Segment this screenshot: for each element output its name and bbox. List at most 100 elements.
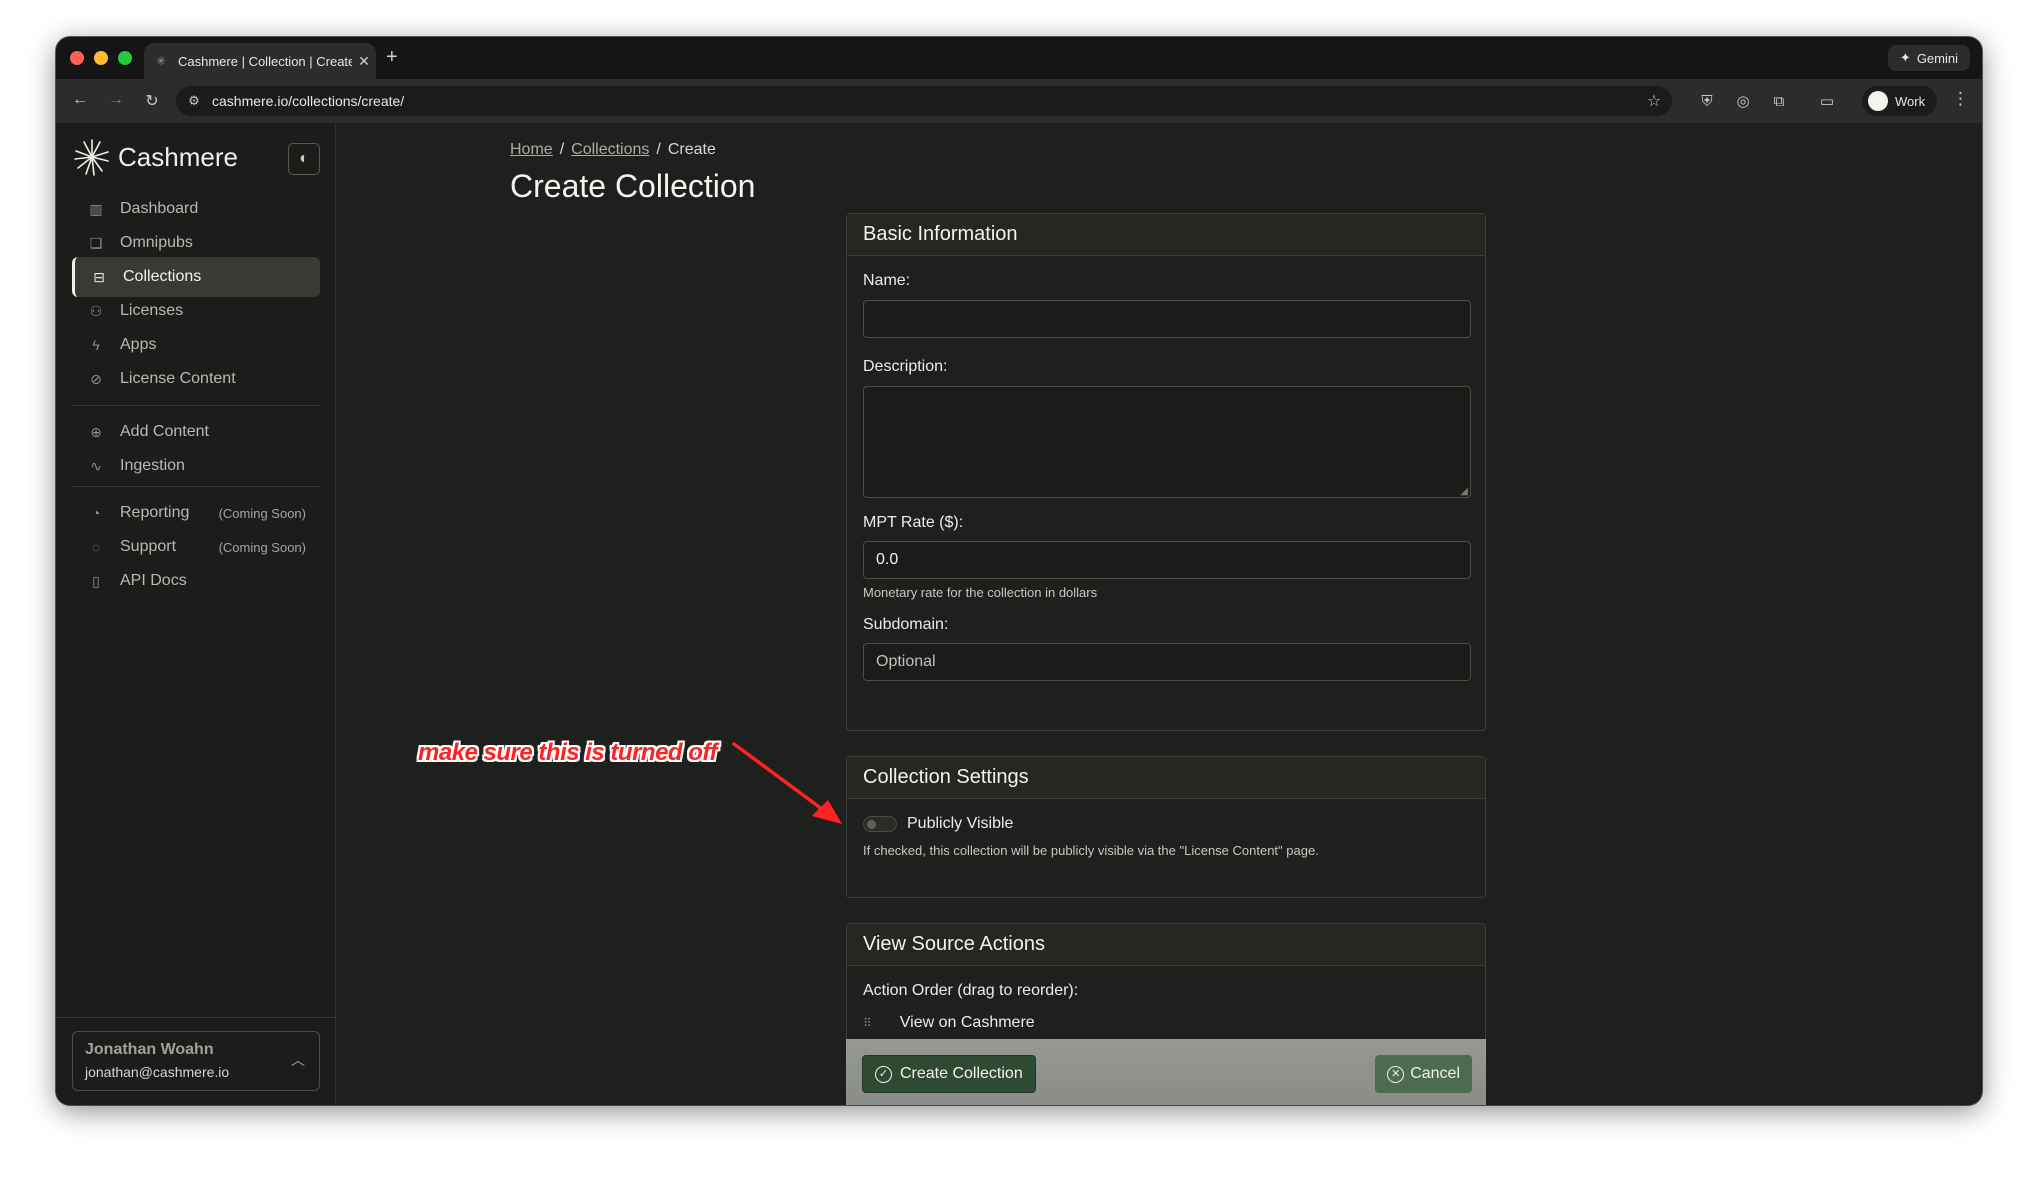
browser-toolbar: ← → ↻ ⚙ cashmere.io/collections/create/ … — [56, 79, 1982, 123]
sparkle-icon: ✦ — [1899, 50, 1911, 65]
tab-title: Cashmere | Collection | Create — [178, 53, 352, 69]
maximize-window-button[interactable] — [118, 51, 132, 65]
extensions-puzzle-icon[interactable]: ⧉ — [1768, 91, 1790, 113]
theme-toggle-button[interactable]: ◐ — [288, 143, 320, 175]
coming-soon-badge: (Coming Soon) — [218, 539, 306, 555]
drag-handle-icon[interactable]: ⠿ — [863, 1016, 872, 1030]
breadcrumb-separator: / — [559, 141, 565, 158]
name-label: Name: — [863, 272, 911, 289]
description-textarea[interactable]: ◢ — [863, 386, 1471, 498]
name-input[interactable] — [863, 300, 1471, 338]
sidebar: Cashmere ◐ ▥ Dashboard ❏ Omnipubs ⊟ Coll… — [56, 123, 336, 1105]
back-arrow-icon[interactable]: ← — [70, 91, 90, 109]
site-settings-icon[interactable]: ⚙ — [176, 93, 212, 109]
sidebar-item-label: Support — [120, 538, 177, 555]
brand-logo[interactable]: Cashmere — [72, 137, 238, 177]
card-body: Name: Description: ◢ MPT Rate ($): 0.0 M… — [847, 256, 1485, 695]
subdomain-input[interactable]: Optional — [863, 643, 1471, 681]
annotation-arrow-icon — [732, 742, 842, 824]
resize-handle-icon[interactable]: ◢ — [1460, 486, 1468, 497]
sidebar-item-label: License Content — [120, 370, 236, 387]
extension-ring-icon[interactable]: ◎ — [1732, 91, 1754, 113]
user-menu[interactable]: Jonathan Woahn jonathan@cashmere.io ︿ — [72, 1031, 320, 1091]
toggle-knob — [867, 820, 876, 829]
sidebar-item-label: Omnipubs — [120, 234, 193, 251]
lightning-icon: ϟ — [92, 337, 100, 353]
document-icon: ▯ — [92, 572, 100, 589]
sidebar-item-label: Reporting — [120, 504, 190, 521]
browser-menu-icon[interactable]: ⋮ — [1952, 89, 1969, 109]
forward-arrow-icon[interactable]: → — [106, 91, 126, 109]
page-content: Cashmere ◐ ▥ Dashboard ❏ Omnipubs ⊟ Coll… — [56, 123, 1982, 1105]
sidebar-item-label: Ingestion — [120, 457, 185, 474]
url-text: cashmere.io/collections/create/ — [212, 93, 405, 109]
description-label: Description: — [863, 358, 948, 375]
cancel-button[interactable]: ✕ Cancel — [1375, 1055, 1472, 1093]
sidebar-footer-divider — [56, 1017, 336, 1018]
collection-settings-card: Collection Settings Publicly Visible If … — [846, 756, 1486, 898]
sidebar-item-label: Apps — [120, 336, 157, 353]
card-header: View Source Actions — [847, 924, 1485, 966]
card-header: Collection Settings — [847, 757, 1485, 799]
card-body: Publicly Visible If checked, this collec… — [847, 799, 1485, 872]
cancel-label: Cancel — [1410, 1065, 1460, 1082]
reading-mode-icon[interactable]: ▭ — [1816, 91, 1838, 113]
sidebar-divider — [72, 405, 320, 406]
gemini-label: Gemini — [1916, 50, 1958, 66]
sidebar-item-label: Dashboard — [120, 200, 199, 217]
close-window-button[interactable] — [70, 51, 84, 65]
create-collection-label: Create Collection — [900, 1065, 1023, 1082]
minimize-window-button[interactable] — [94, 51, 108, 65]
action-label: View on Cashmere — [899, 1014, 1035, 1031]
action-list-item[interactable]: ⠿ View on Cashmere — [863, 1014, 1469, 1032]
breadcrumb-separator: / — [656, 141, 661, 158]
sidebar-item-label: Add Content — [120, 423, 209, 440]
site-favicon-icon: ✳ — [156, 54, 167, 68]
sidebar-item-ingestion[interactable]: ∿ Ingestion — [72, 446, 320, 486]
publicly-visible-help: If checked, this collection will be publ… — [863, 843, 1319, 858]
book-open-icon: ❏ — [89, 234, 103, 251]
publicly-visible-row: Publicly Visible — [863, 815, 1469, 833]
action-order-label: Action Order (drag to reorder): — [863, 982, 1079, 999]
tab-bar: ✳ Cashmere | Collection | Create ✕ + ✦ G… — [56, 37, 1982, 79]
mpt-rate-help: Monetary rate for the collection in doll… — [863, 585, 1098, 600]
sidebar-item-label: Licenses — [120, 302, 184, 319]
page-title: Create Collection — [510, 168, 756, 204]
mpt-rate-label: MPT Rate ($): — [863, 514, 964, 531]
create-collection-button[interactable]: ✓ Create Collection — [862, 1055, 1036, 1093]
user-name: Jonathan Woahn — [85, 1041, 214, 1058]
breadcrumb-home-link[interactable]: Home — [510, 141, 553, 158]
chevron-up-icon: ︿ — [291, 1052, 305, 1068]
bookmark-star-icon[interactable]: ☆ — [1636, 91, 1672, 111]
user-email: jonathan@cashmere.io — [85, 1064, 230, 1080]
compass-icon: ⊘ — [90, 370, 102, 387]
mpt-rate-input[interactable]: 0.0 — [863, 541, 1471, 579]
tab-close-icon[interactable]: ✕ — [352, 53, 376, 70]
publicly-visible-toggle[interactable] — [863, 816, 897, 832]
card-header: Basic Information — [847, 214, 1485, 256]
sidebar-item-license-content[interactable]: ⊘ License Content — [72, 359, 320, 399]
new-tab-button[interactable]: + — [386, 46, 398, 69]
brand-name: Cashmere — [118, 141, 238, 172]
breadcrumb-current: Create — [667, 141, 716, 158]
half-circle-icon: ◐ — [299, 150, 309, 167]
sidebar-item-label: API Docs — [120, 572, 187, 589]
sidebar-item-label: Collections — [123, 268, 202, 285]
form-actions-bar: ✓ Create Collection ✕ Cancel — [846, 1039, 1486, 1105]
pie-chart-icon: ◔ — [91, 505, 101, 521]
sidebar-item-api-docs[interactable]: ▯ API Docs — [72, 561, 320, 601]
breadcrumb-collections-link[interactable]: Collections — [571, 141, 649, 158]
address-bar[interactable]: ⚙ cashmere.io/collections/create/ ☆ — [176, 86, 1672, 116]
browser-tab[interactable]: ✳ Cashmere | Collection | Create ✕ — [144, 43, 376, 79]
extension-shield-icon[interactable]: ⛨ — [1696, 91, 1718, 113]
profile-chip[interactable]: Work — [1862, 86, 1938, 116]
annotation-callout: make sure this is turned off — [418, 739, 717, 766]
reload-icon[interactable]: ↻ — [142, 91, 162, 111]
profile-avatar — [1868, 91, 1888, 111]
gemini-button[interactable]: ✦ Gemini — [1887, 45, 1970, 71]
plus-circle-icon: ⊕ — [90, 423, 102, 440]
coming-soon-badge: (Coming Soon) — [218, 505, 306, 521]
activity-icon: ∿ — [90, 457, 102, 474]
subdomain-label: Subdomain: — [863, 616, 949, 633]
bar-chart-icon: ▥ — [89, 200, 103, 217]
